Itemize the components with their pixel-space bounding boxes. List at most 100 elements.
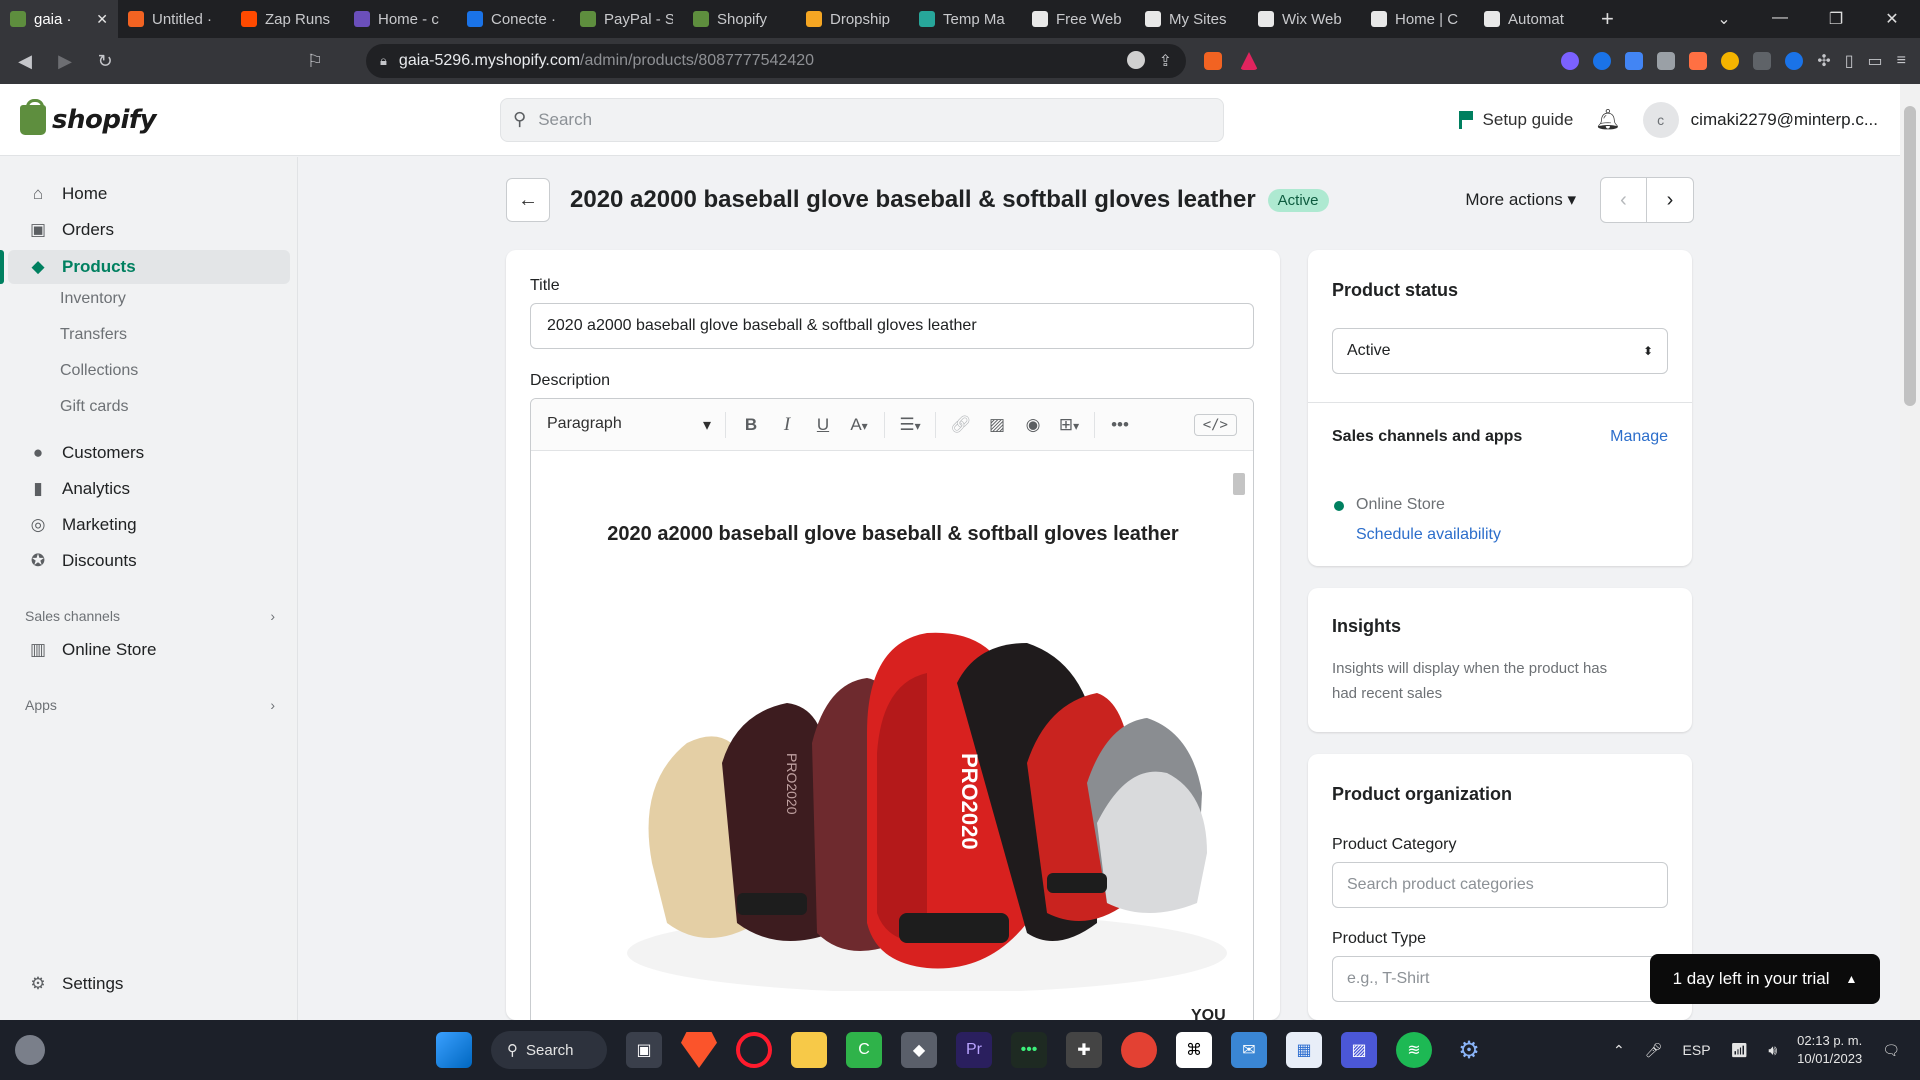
sidebar-item-online-store[interactable]: ▥ Online Store [8,633,290,667]
close-tab-icon[interactable]: ✕ [96,11,108,28]
extension-icon[interactable] [1721,52,1740,70]
browser-tab[interactable]: Untitled · [118,0,231,38]
sidebar-item-products[interactable]: ◆ Products [0,250,290,284]
extension-icon[interactable] [1785,52,1804,70]
sidebar-subitem-inventory[interactable]: Inventory [60,290,126,308]
app-icon[interactable]: ◆ [901,1032,937,1068]
sidebar-subitem-gift-cards[interactable]: Gift cards [60,398,128,416]
sales-channels-heading[interactable]: Sales channels › [25,608,275,624]
sidebar-item-customers[interactable]: ● Customers [8,436,290,470]
sidebar-item-discounts[interactable]: ✪ Discounts [8,544,290,578]
manage-link[interactable]: Manage [1610,428,1668,446]
browser-tab[interactable]: Conecte · [457,0,570,38]
app-icon[interactable]: ••• [1011,1032,1047,1068]
browser-tab[interactable]: Zap Runs [231,0,344,38]
title-field[interactable]: 2020 a2000 baseball glove baseball & sof… [530,303,1254,349]
google-lens-icon[interactable] [1126,51,1145,69]
sidebar-item-marketing[interactable]: ◎ Marketing [8,508,290,542]
previous-product-button[interactable]: ‹ [1601,178,1647,222]
table-button[interactable]: ⊞▾ [1058,415,1080,435]
browser-tab[interactable]: Dropship [796,0,909,38]
editor-scrollbar[interactable] [1235,455,1247,1035]
capcut-icon[interactable]: ⌘ [1176,1032,1212,1068]
notification-icon[interactable]: 🗨︎ [1882,1042,1900,1059]
brave-shields-icon[interactable] [1204,52,1222,70]
bell-icon[interactable]: 🔔︎ [1595,107,1620,132]
wallet-icon[interactable]: ▭ [1868,51,1883,71]
sidebar-subitem-transfers[interactable]: Transfers [60,326,127,344]
image-icon[interactable]: ▨ [986,415,1008,435]
shopify-logo[interactable]: shopify [20,98,500,135]
mail-icon[interactable]: ✉ [1231,1032,1267,1068]
back-icon[interactable]: ◀ [14,51,36,72]
translate-icon[interactable] [1625,52,1644,70]
back-button[interactable]: ← [506,178,550,222]
language-indicator[interactable]: ESP [1683,1042,1711,1058]
premiere-icon[interactable]: Pr [956,1032,992,1068]
microphone-icon[interactable]: 🎤︎ [1645,1042,1663,1059]
chrome-icon[interactable] [1121,1032,1157,1068]
extension-icon[interactable] [1753,52,1772,70]
address-bar[interactable]: 🔒︎ gaia-5296.myshopify.com/admin/product… [366,44,1186,78]
sidebar-item-orders[interactable]: ▣ Orders [8,213,290,247]
windows-start-icon[interactable] [436,1032,472,1068]
apps-heading[interactable]: Apps › [25,697,275,713]
browser-tab[interactable]: Wix Web [1248,0,1361,38]
minimize-button[interactable]: — [1752,9,1808,29]
extension-icon[interactable] [1593,52,1612,70]
wifi-icon[interactable]: 📶︎ [1731,1042,1749,1059]
browser-tab[interactable]: Automat [1474,0,1587,38]
next-product-button[interactable]: › [1647,178,1693,222]
video-icon[interactable]: ◉ [1022,415,1044,435]
product-category-input[interactable]: Search product categories [1332,862,1668,908]
browser-tab[interactable]: Temp Ma [909,0,1022,38]
extension-icon[interactable] [1657,52,1676,70]
file-explorer-icon[interactable] [791,1032,827,1068]
paragraph-format-select[interactable]: Paragraph ▾ [547,415,711,435]
schedule-availability-link[interactable]: Schedule availability [1356,526,1501,544]
share-icon[interactable]: ⇪ [1159,51,1172,71]
product-status-select[interactable]: Active ⬍ [1332,328,1668,374]
maximize-button[interactable]: ❐ [1808,9,1864,29]
trial-banner-button[interactable]: 1 day left in your trial ▲ [1650,954,1880,1004]
reload-icon[interactable]: ↻ [94,51,116,72]
task-view-icon[interactable]: ▣ [626,1032,662,1068]
text-color-button[interactable]: A▾ [848,415,870,435]
editor-content[interactable]: 2020 a2000 baseball glove baseball & sof… [531,451,1253,1037]
taskbar-search[interactable]: ⚲ Search [491,1031,607,1069]
sidebar-icon[interactable]: ▯ [1845,51,1854,71]
forward-icon[interactable]: ▶ [54,51,76,72]
italic-button[interactable]: I [776,414,798,436]
link-icon[interactable]: 🔗︎ [950,415,972,435]
product-type-input[interactable]: e.g., T-Shirt [1332,956,1668,1002]
brave-browser-icon[interactable] [681,1032,717,1068]
spotify-icon[interactable]: ≋ [1396,1032,1432,1068]
page-scrollbar-thumb[interactable] [1904,106,1916,406]
sidebar-item-home[interactable]: ⌂ Home [8,177,290,211]
browser-tab[interactable]: Home | C [1361,0,1474,38]
clock[interactable]: 02:13 p. m. 10/01/2023 [1797,1032,1862,1068]
extension-icon[interactable] [1689,52,1708,70]
app-icon[interactable]: ✚ [1066,1032,1102,1068]
search-input[interactable]: ⚲ Search [500,97,1224,142]
more-options-button[interactable]: ••• [1109,415,1131,435]
camtasia-icon[interactable]: C [846,1032,882,1068]
settings-icon[interactable]: ⚙ [1451,1032,1487,1068]
weather-icon[interactable] [15,1035,45,1065]
underline-button[interactable]: U [812,415,834,435]
browser-tab[interactable]: gaia · ✕ [0,0,118,38]
page-scrollbar[interactable] [1900,84,1920,1020]
editor-scrollbar-thumb[interactable] [1233,473,1245,495]
new-tab-button[interactable]: + [1587,6,1628,32]
browser-tab[interactable]: My Sites [1135,0,1248,38]
sidebar-item-settings[interactable]: ⚙ Settings [8,967,290,1001]
app-icon[interactable]: ▨ [1341,1032,1377,1068]
show-html-button[interactable]: </> [1193,413,1237,436]
browser-tab[interactable]: Shopify [683,0,796,38]
browser-tab[interactable]: Free Web [1022,0,1135,38]
close-window-button[interactable]: ✕ [1864,9,1920,29]
extension-icon[interactable] [1561,52,1580,70]
volume-icon[interactable]: 🔊︎ [1768,1042,1777,1059]
puzzle-icon[interactable]: ✣ [1817,51,1830,71]
brave-rewards-icon[interactable] [1240,52,1258,70]
